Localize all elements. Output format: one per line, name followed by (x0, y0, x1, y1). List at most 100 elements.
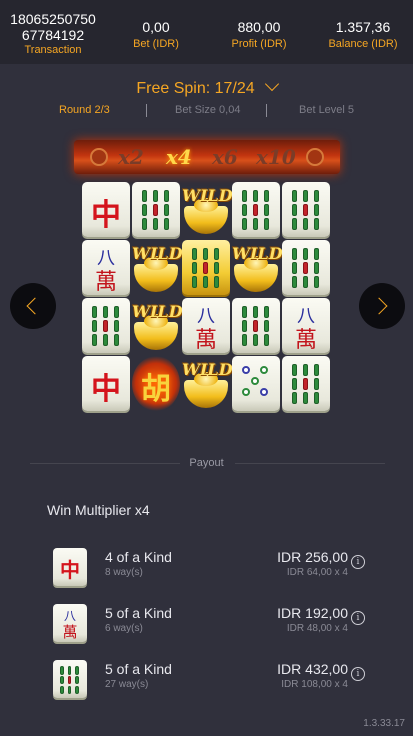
info-icon[interactable]: i (351, 611, 365, 625)
bamboo-stick (242, 190, 247, 202)
bamboo-stick (264, 320, 269, 332)
multiplier-x2: x2 (118, 145, 144, 169)
bamboo-stick (203, 248, 208, 260)
round-label: Round 2/3 (59, 104, 110, 116)
bamboo-stick (314, 248, 319, 260)
bamboo-stick (303, 204, 308, 216)
payout-name: 4 of a Kind (105, 549, 172, 565)
zhong-symbol-icon: 中 (53, 548, 87, 586)
previous-spin-button[interactable] (10, 283, 56, 329)
bamboo-tile (232, 298, 280, 353)
win-multiplier-label: Win Multiplier x4 (47, 502, 150, 518)
profit-label: Profit (IDR) (231, 38, 287, 50)
hu-glyph: 胡 (141, 372, 171, 407)
hu-tile: 胡 (132, 356, 180, 411)
chevron-left-icon (26, 297, 44, 315)
bamboo-stick (292, 364, 297, 376)
bamboo-stick (142, 218, 147, 230)
bamboo-stick (303, 276, 308, 288)
payout-ways: 27 way(s) (105, 679, 149, 690)
bamboo-stick (303, 218, 308, 230)
bamboo-stick (264, 334, 269, 346)
bamboo-stick (264, 190, 269, 202)
zhong-tile: 中 (82, 182, 130, 237)
bamboo-stick (253, 334, 258, 346)
bamboo-stick (153, 204, 158, 216)
bamboo-stick (253, 204, 258, 216)
payout-row: 八 萬 5 of a Kind 6 way(s) IDR 192,00 IDR … (0, 602, 413, 646)
bamboo-stick (214, 262, 219, 274)
bamboo-stick (303, 248, 308, 260)
bamboo-stick (153, 190, 158, 202)
bamboo-stick (75, 676, 79, 685)
transaction-info: 18065250750 67784192 Transaction (0, 0, 106, 64)
bamboo-stick (292, 248, 297, 260)
free-spin-selector[interactable]: Free Spin: 17/24 (0, 76, 413, 98)
bamboo-tile (282, 240, 330, 295)
bamboo-stick (192, 262, 197, 274)
payout-row: 中 4 of a Kind 8 way(s) IDR 256,00 IDR 64… (0, 546, 413, 590)
profit-info: 880,00 Profit (IDR) (216, 0, 302, 64)
multiplier-x6: x6 (212, 145, 238, 169)
bamboo-stick (192, 276, 197, 288)
bamboo-stick (92, 334, 97, 346)
chevron-down-icon (264, 76, 279, 92)
bamboo-stick (242, 204, 247, 216)
wild-tile: WILD (132, 240, 183, 295)
wild-label: WILD (182, 360, 233, 379)
wild-tile: WILD (232, 240, 283, 295)
bamboo-stick (67, 666, 72, 675)
bamboo-stick (192, 248, 197, 260)
zhong-glyph: 中 (91, 372, 121, 407)
header-bar: 18065250750 67784192 Transaction 0,00 Be… (0, 0, 413, 64)
info-icon[interactable]: i (351, 555, 365, 569)
bamboo-stick (314, 218, 319, 230)
bamboo-stick (203, 262, 208, 274)
transaction-label: Transaction (24, 44, 82, 56)
wild-tile: WILD (182, 182, 233, 237)
payout-name: 5 of a Kind (105, 661, 172, 677)
bamboo-stick (164, 218, 169, 230)
bamboo-tile (182, 240, 230, 295)
bamboo-stick (264, 306, 269, 318)
bamboo-tile (232, 182, 280, 237)
bamboo-stick (314, 378, 319, 390)
bamboo-stick (214, 248, 219, 260)
bamboo-stick (292, 204, 297, 216)
bamboo-stick (242, 306, 247, 318)
spin-sub-info: Round 2/3 Bet Size 0,04 Bet Level 5 (0, 104, 413, 120)
bamboo-stick (75, 685, 79, 695)
bet-level-label: Bet Level 5 (299, 104, 355, 116)
bamboo-stick (142, 204, 147, 216)
transaction-id-line1: 18065250750 (10, 11, 96, 27)
bamboo-stick (314, 392, 319, 404)
next-spin-button[interactable] (359, 283, 405, 329)
coin-icon (306, 148, 324, 166)
bamboo-stick (242, 334, 247, 346)
payout-amount: IDR 256,00 (277, 549, 348, 565)
wild-tile: WILD (182, 356, 233, 411)
bamboo-stick (253, 190, 258, 202)
payout-calc: IDR 64,00 x 4 (286, 567, 348, 578)
payout-ways: 6 way(s) (105, 623, 143, 634)
wan-glyph-bottom: 萬 (94, 270, 117, 295)
bamboo-stick (292, 190, 297, 202)
bamboo-stick (314, 190, 319, 202)
info-icon[interactable]: i (351, 667, 365, 681)
bamboo-tile (282, 182, 330, 237)
bamboo-tile (132, 182, 180, 237)
zhong-tile: 中 (82, 356, 130, 411)
bamboo-stick (114, 320, 119, 332)
free-spin-title: Free Spin: 17/24 (136, 80, 255, 97)
dots-tile (232, 356, 280, 411)
wan-glyph-bottom: 萬 (294, 328, 317, 353)
balance-value: 1.357,36 (335, 19, 391, 35)
bamboo-stick (292, 218, 297, 230)
bamboo-stick (253, 218, 258, 230)
bet-label: Bet (IDR) (133, 38, 179, 50)
balance-info: 1.357,36 Balance (IDR) (318, 0, 408, 64)
bamboo-stick (214, 276, 219, 288)
multiplier-x10: x10 (256, 145, 296, 169)
bamboo-stick (164, 204, 169, 216)
dot-circle (242, 388, 250, 396)
